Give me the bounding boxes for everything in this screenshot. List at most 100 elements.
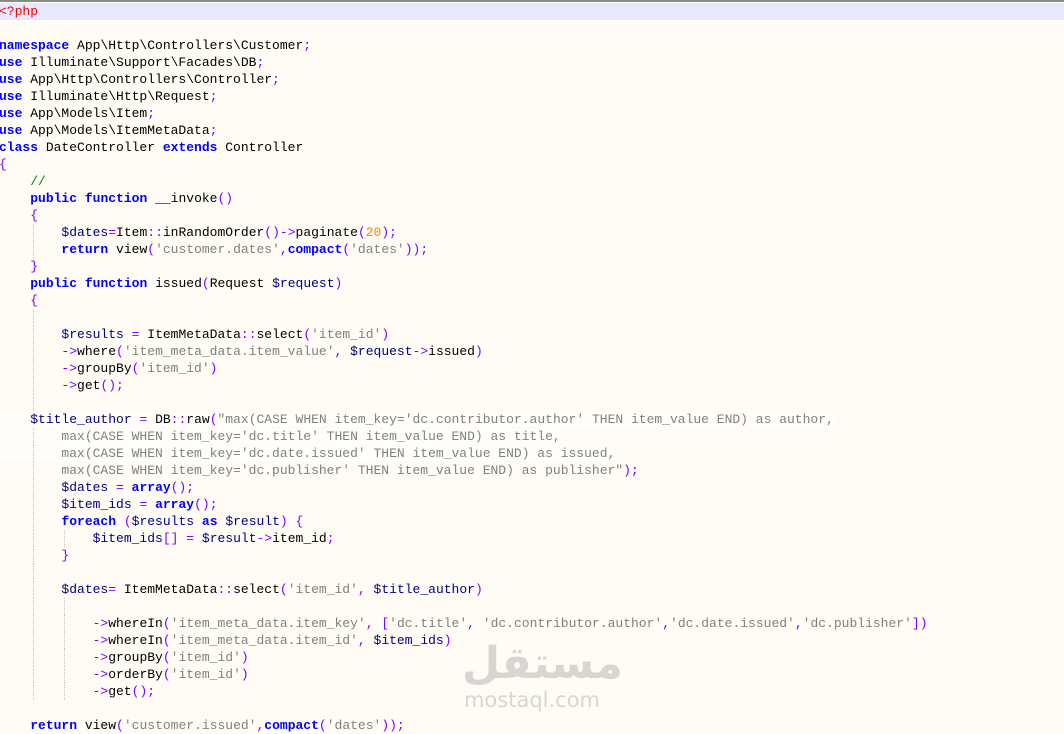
code-line[interactable]: $dates=Item::inRandomOrder()->paginate(2… xyxy=(0,224,1064,241)
token-code-text: ItemMetaData xyxy=(116,582,218,597)
code-line[interactable]: { xyxy=(0,292,1064,309)
token-operator: } xyxy=(30,259,39,274)
token-code-text xyxy=(0,684,93,699)
code-line[interactable]: use Illuminate\Support\Facades\DB; xyxy=(0,54,1064,71)
code-line[interactable]: max(CASE WHEN item_key='dc.publisher' TH… xyxy=(0,462,1064,479)
token-code-text xyxy=(77,191,85,206)
code-line[interactable]: $dates= ItemMetaData::select('item_id', … xyxy=(0,581,1064,598)
token-code-text: issued xyxy=(428,344,475,359)
token-variable: $title_author xyxy=(373,582,475,597)
indent-guide xyxy=(33,479,35,496)
code-line[interactable] xyxy=(0,309,1064,326)
token-keyword: function xyxy=(84,276,148,291)
line-text: namespace App\Http\Controllers\Customer; xyxy=(0,38,311,53)
token-operator: = xyxy=(108,582,117,597)
code-line[interactable]: $item_ids[] = $result->item_id; xyxy=(0,530,1064,547)
code-line[interactable]: ->whereIn('item_meta_data.item_key', ['d… xyxy=(0,615,1064,632)
token-variable: $item_ids xyxy=(373,633,444,648)
code-line[interactable]: max(CASE WHEN item_key='dc.date.issued' … xyxy=(0,445,1064,462)
code-line[interactable]: use App\Http\Controllers\Controller; xyxy=(0,71,1064,88)
token-code-text xyxy=(0,616,93,631)
code-line[interactable]: { xyxy=(0,156,1064,173)
token-code-text: select xyxy=(233,582,280,597)
token-code-text: ItemMetaData xyxy=(139,327,241,342)
code-line[interactable]: $item_ids = array(); xyxy=(0,496,1064,513)
token-keyword: as xyxy=(201,514,218,529)
token-operator: ); xyxy=(623,463,639,478)
code-line[interactable]: public function __invoke() xyxy=(0,190,1064,207)
token-operator: () xyxy=(217,191,234,206)
token-code-text: Request xyxy=(209,276,273,291)
token-code-text xyxy=(0,378,61,393)
token-operator: -> xyxy=(256,531,273,546)
token-operator: ) xyxy=(443,633,452,648)
token-operator: -> xyxy=(61,378,78,393)
token-operator: :: xyxy=(170,412,187,427)
token-operator: , xyxy=(357,633,366,648)
token-operator: -> xyxy=(92,616,109,631)
code-line[interactable]: $title_author = DB::raw("max(CASE WHEN i… xyxy=(0,411,1064,428)
token-code-text: get xyxy=(108,684,132,699)
code-line[interactable]: max(CASE WHEN item_key='dc.title' THEN i… xyxy=(0,428,1064,445)
token-code-text xyxy=(0,412,30,427)
token-operator: :: xyxy=(217,582,234,597)
token-operator: , xyxy=(357,582,366,597)
token-variable: $dates xyxy=(61,480,109,495)
code-line[interactable]: class DateController extends Controller xyxy=(0,139,1064,156)
code-line[interactable]: return view('customer.issued',compact('d… xyxy=(0,717,1064,734)
indent-guide xyxy=(33,241,35,258)
code-line[interactable] xyxy=(0,394,1064,411)
code-line[interactable]: return view('customer.dates',compact('da… xyxy=(0,241,1064,258)
token-code-text xyxy=(288,514,296,529)
code-line[interactable] xyxy=(0,564,1064,581)
code-line[interactable]: // xyxy=(0,173,1064,190)
token-code-text: groupBy xyxy=(108,650,163,665)
indent-guide xyxy=(33,224,35,241)
indent-guide xyxy=(33,445,35,462)
indent-guide xyxy=(33,564,35,581)
code-line[interactable]: ->where('item_meta_data.item_value', $re… xyxy=(0,343,1064,360)
code-line[interactable]: $results = ItemMetaData::select('item_id… xyxy=(0,326,1064,343)
code-line[interactable]: ->groupBy('item_id') xyxy=(0,360,1064,377)
code-line[interactable]: use App\Models\Item; xyxy=(0,105,1064,122)
token-code-text: select xyxy=(256,327,304,342)
token-code-text xyxy=(124,480,132,495)
line-text: $dates = array(); xyxy=(0,480,194,495)
code-line[interactable] xyxy=(0,598,1064,615)
code-line[interactable]: ->get(); xyxy=(0,377,1064,394)
token-code-text: issued xyxy=(147,276,202,291)
token-code-text: get xyxy=(77,378,101,393)
watermark-latin: mostaql.com xyxy=(463,688,601,712)
token-code-text xyxy=(0,293,30,308)
token-keyword: return xyxy=(30,718,78,733)
code-line[interactable]: { xyxy=(0,207,1064,224)
token-code-text: item_id xyxy=(272,531,327,546)
token-code-text xyxy=(0,582,61,597)
token-operator: ); xyxy=(381,225,397,240)
indent-guide xyxy=(64,530,66,547)
indent-guide xyxy=(33,530,35,547)
indent-guide xyxy=(64,649,66,666)
token-keyword: compact xyxy=(264,718,319,733)
code-line[interactable]: namespace App\Http\Controllers\Customer; xyxy=(0,37,1064,54)
token-operator: ( xyxy=(318,718,327,733)
token-operator: } xyxy=(61,548,70,563)
code-line[interactable]: use App\Models\ItemMetaData; xyxy=(0,122,1064,139)
code-line[interactable] xyxy=(0,20,1064,37)
token-string: 'dates' xyxy=(326,718,382,733)
code-line[interactable]: use Illuminate\Http\Request; xyxy=(0,88,1064,105)
code-line[interactable]: foreach ($results as $result) { xyxy=(0,513,1064,530)
indent-guide xyxy=(33,343,35,360)
code-line[interactable]: public function issued(Request $request) xyxy=(0,275,1064,292)
code-line[interactable]: } xyxy=(0,258,1064,275)
token-operator: , xyxy=(467,616,475,631)
token-code-text: raw xyxy=(186,412,210,427)
code-line[interactable]: <?php xyxy=(0,3,1064,20)
code-line[interactable]: $dates = array(); xyxy=(0,479,1064,496)
token-keyword: array xyxy=(155,497,195,512)
code-editor[interactable]: <?php namespace App\Http\Controllers\Cust… xyxy=(0,3,1064,734)
token-code-text: __invoke xyxy=(147,191,218,206)
code-line[interactable]: } xyxy=(0,547,1064,564)
line-text: use App\Models\ItemMetaData; xyxy=(0,123,217,138)
token-code-text xyxy=(0,259,30,274)
